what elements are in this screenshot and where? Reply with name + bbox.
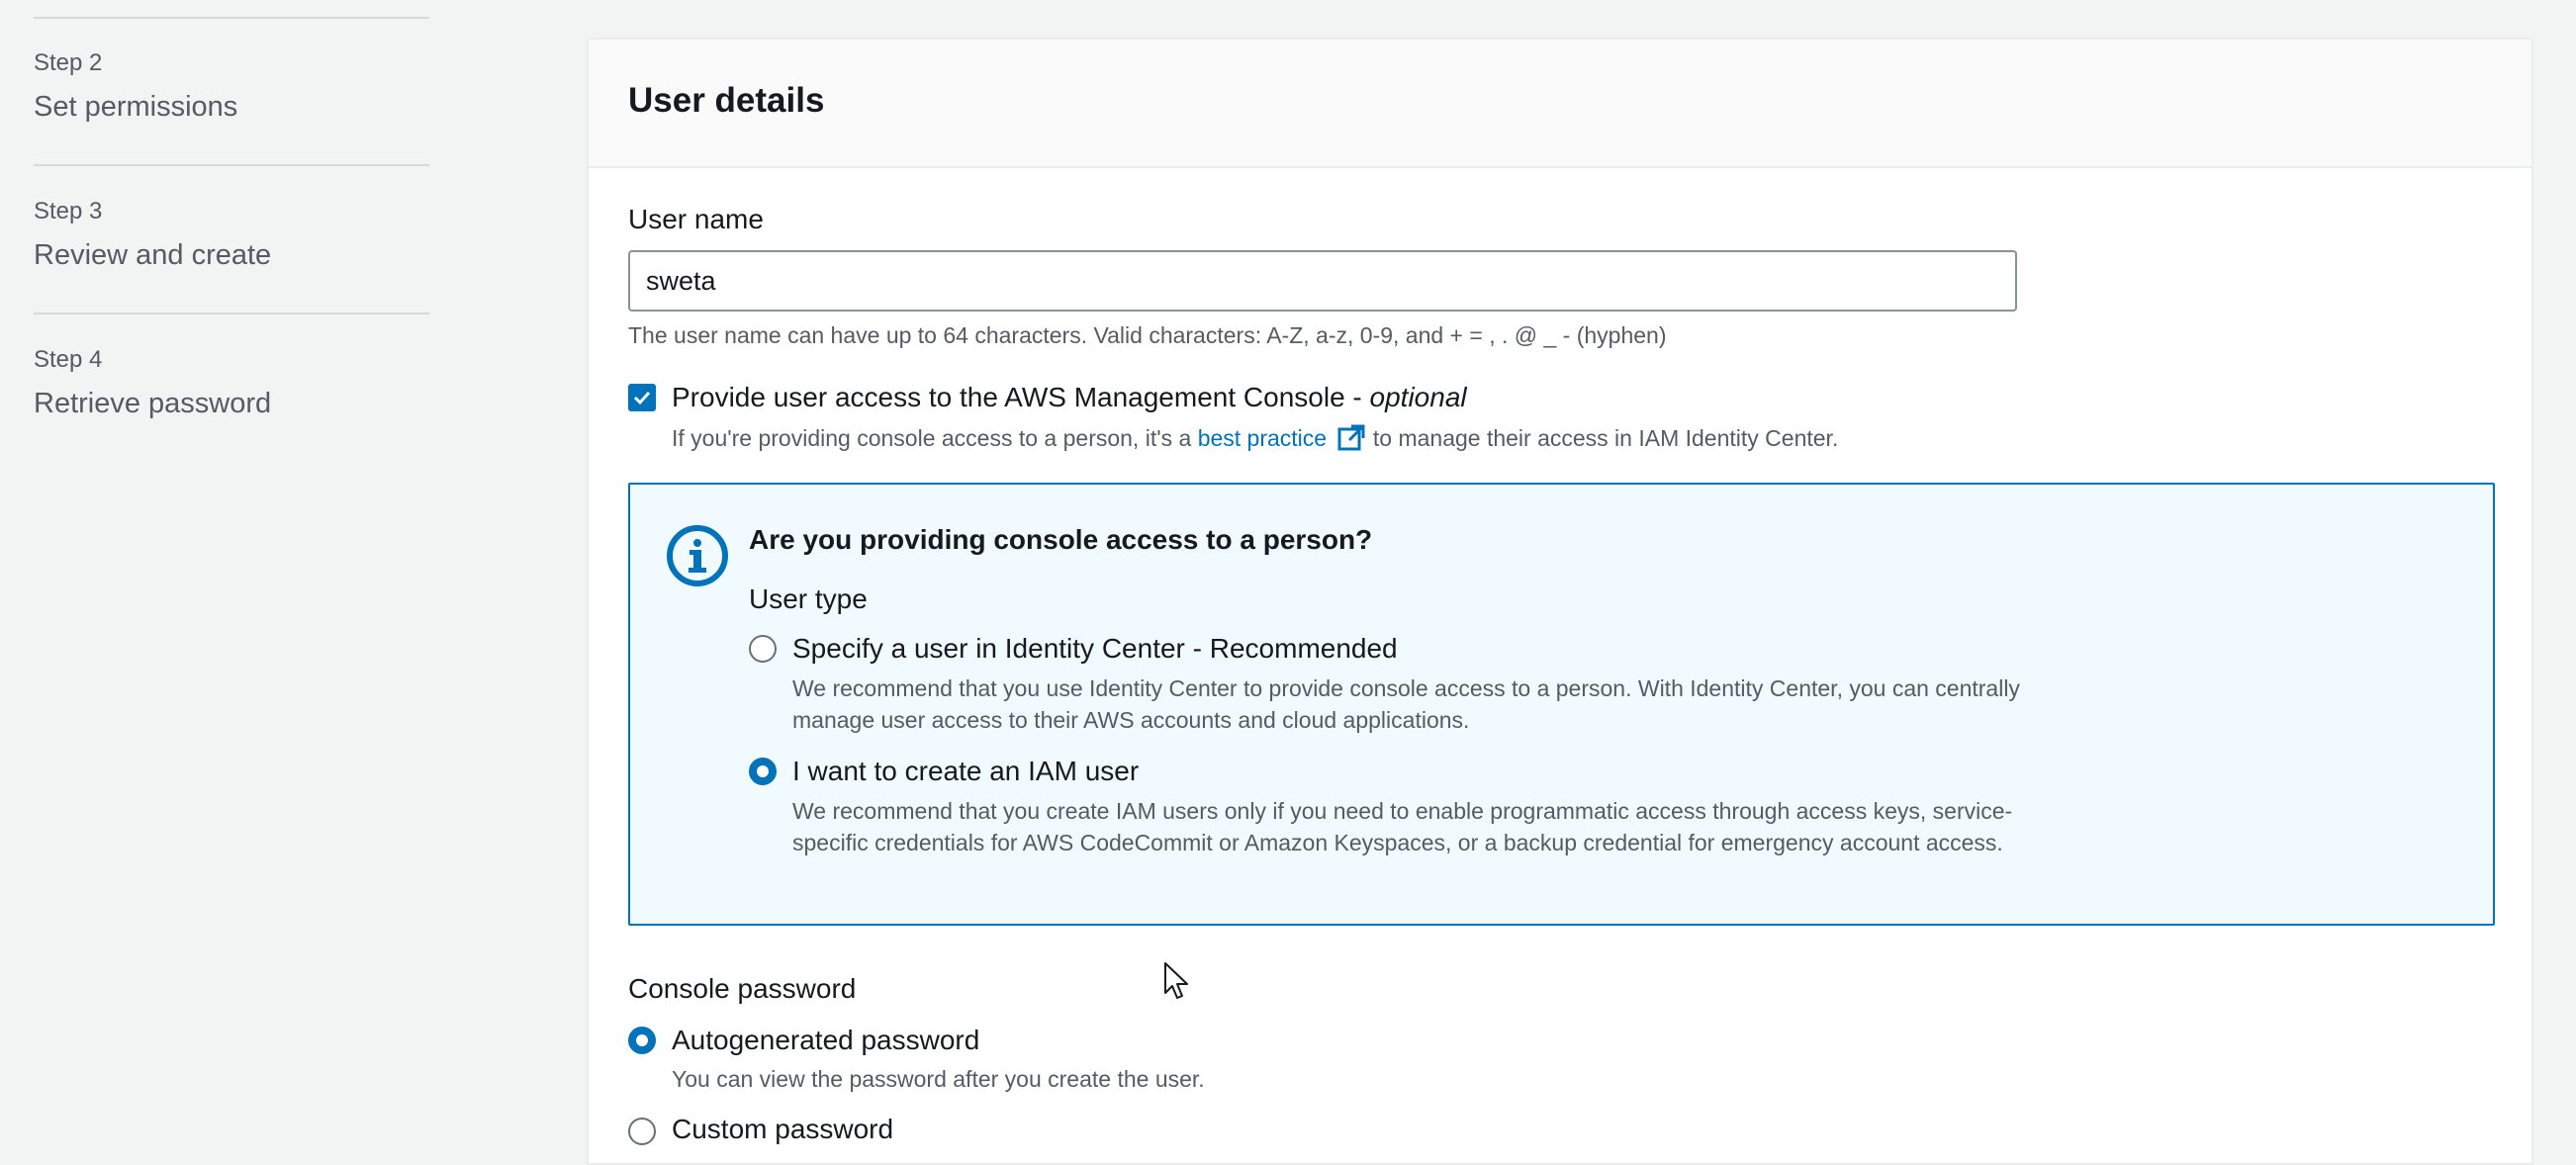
console-access-label[interactable]: Provide user access to the AWS Managemen… <box>672 382 1467 413</box>
step-4[interactable]: Step 4 Retrieve password <box>34 346 429 425</box>
optional-tag: optional <box>1369 382 1467 412</box>
step-3[interactable]: Step 3 Review and create <box>34 198 429 277</box>
console-access-info-alert: Are you providing console access to a pe… <box>628 483 2495 926</box>
step-title: Review and create <box>34 239 272 271</box>
user-type-label: User type <box>749 583 868 614</box>
user-details-panel: User details User name The user name can… <box>587 38 2533 1165</box>
console-access-hint: If you're providing console access to a … <box>672 423 1838 453</box>
panel-title: User details <box>628 81 825 120</box>
hint-text: If you're providing console access to a … <box>672 425 1198 451</box>
user-name-label: User name <box>628 204 764 234</box>
step-number: Step 4 <box>34 346 103 373</box>
best-practice-link[interactable]: best practice <box>1198 425 1327 451</box>
identity-center-option-label[interactable]: Specify a user in Identity Center - Reco… <box>792 633 1398 665</box>
divider <box>34 164 429 166</box>
identity-center-radio[interactable] <box>749 635 777 663</box>
identity-center-option-desc: We recommend that you use Identity Cente… <box>792 675 2020 733</box>
console-access-checkbox[interactable] <box>628 384 656 411</box>
external-link-icon[interactable] <box>1336 423 1366 453</box>
divider <box>34 17 429 19</box>
divider <box>34 313 429 314</box>
autogenerated-password-label[interactable]: Autogenerated password <box>672 1025 979 1056</box>
step-number: Step 3 <box>34 198 103 224</box>
iam-user-option-label[interactable]: I want to create an IAM user <box>792 756 1139 787</box>
step-number: Step 2 <box>34 49 103 76</box>
custom-password-label[interactable]: Custom password <box>672 1114 893 1145</box>
user-name-hint: The user name can have up to 64 characte… <box>628 322 1667 348</box>
cursor-pointer-icon <box>1164 962 1188 999</box>
check-icon <box>633 391 651 405</box>
info-icon <box>667 525 728 586</box>
hint-text: to manage their access in IAM Identity C… <box>1366 425 1839 451</box>
autogenerated-password-radio[interactable] <box>628 1027 656 1054</box>
info-title: Are you providing console access to a pe… <box>749 524 1373 555</box>
custom-password-radio[interactable] <box>628 1118 656 1145</box>
panel-header: User details <box>589 40 2531 168</box>
step-title: Set permissions <box>34 91 238 123</box>
console-access-label-text: Provide user access to the AWS Managemen… <box>672 382 1370 412</box>
iam-user-option-desc: We recommend that you create IAM users o… <box>792 798 2013 855</box>
iam-user-radio[interactable] <box>749 758 777 785</box>
step-2[interactable]: Step 2 Set permissions <box>34 49 429 129</box>
autogenerated-password-desc: You can view the password after you crea… <box>672 1066 1205 1092</box>
step-title: Retrieve password <box>34 388 272 419</box>
console-password-label: Console password <box>628 973 857 1004</box>
user-name-input[interactable] <box>628 250 2017 312</box>
